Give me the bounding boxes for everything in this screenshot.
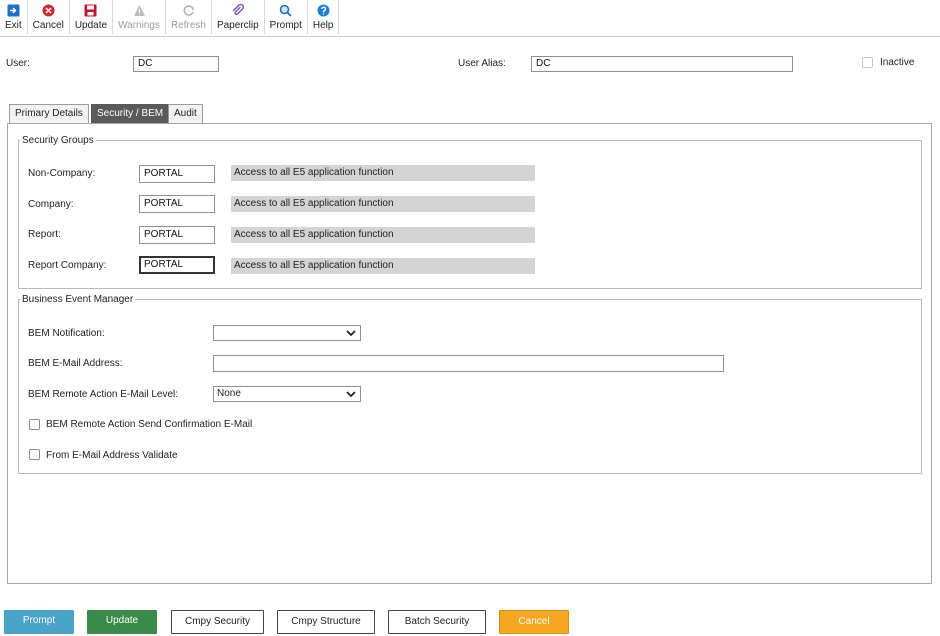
report-company-field[interactable]: PORTAL (139, 256, 215, 274)
chevron-down-icon (346, 330, 356, 337)
from-email-validate-checkbox[interactable] (29, 449, 40, 460)
paperclip-button[interactable]: Paperclip (212, 0, 265, 34)
bem-send-confirmation-label: BEM Remote Action Send Confirmation E-Ma… (46, 419, 253, 430)
from-email-validate-label: From E-Mail Address Validate (46, 450, 178, 461)
business-event-manager-legend: Business Event Manager (22, 294, 134, 305)
prompt-button[interactable]: Prompt (4, 610, 74, 634)
update-label: Update (74, 20, 108, 31)
bem-remote-level-select[interactable]: None (213, 386, 361, 402)
warnings-button[interactable]: Warnings (113, 0, 166, 34)
report-field[interactable]: PORTAL (139, 226, 215, 244)
report-company-label: Report Company: (28, 260, 107, 271)
non-company-field[interactable]: PORTAL (139, 165, 215, 183)
warning-icon (132, 3, 146, 17)
prompt-label: Prompt (269, 20, 302, 31)
report-label: Report: (28, 229, 61, 240)
user-field[interactable]: DC (133, 56, 219, 72)
company-field[interactable]: PORTAL (139, 195, 215, 213)
cancel-toolbar-button[interactable]: Cancel (28, 0, 70, 34)
bem-notification-label: BEM Notification: (28, 328, 105, 339)
toolbar: Exit Cancel Update Warnings Refresh Pape… (0, 0, 340, 36)
search-icon (279, 3, 293, 17)
help-icon (316, 3, 330, 17)
tab-audit[interactable]: Audit (168, 104, 203, 123)
cmpy-security-button[interactable]: Cmpy Security (171, 610, 264, 634)
tab-panel: Security Groups Non-Company: PORTAL Acce… (7, 123, 932, 584)
update-toolbar-button[interactable]: Update (70, 0, 114, 34)
bem-email-field[interactable] (213, 355, 724, 372)
paperclip-icon (231, 3, 245, 17)
user-label: User: (6, 58, 30, 69)
user-alias-label: User Alias: (458, 58, 506, 69)
cancel-label: Cancel (32, 20, 64, 31)
bem-remote-level-value: None (217, 388, 241, 399)
security-groups-legend: Security Groups (22, 135, 94, 146)
company-label: Company: (28, 199, 74, 210)
bem-send-confirmation-checkbox[interactable] (29, 419, 40, 430)
refresh-button[interactable]: Refresh (166, 0, 212, 34)
inactive-checkbox[interactable] (862, 57, 873, 68)
prompt-toolbar-button[interactable]: Prompt (265, 0, 308, 34)
tab-security-bem[interactable]: Security / BEM (91, 104, 170, 123)
batch-security-button[interactable]: Batch Security (388, 610, 486, 634)
bem-remote-level-label: BEM Remote Action E-Mail Level: (28, 389, 179, 400)
non-company-description: Access to all E5 application function (231, 165, 535, 181)
cmpy-structure-button[interactable]: Cmpy Structure (277, 610, 375, 634)
bem-notification-select[interactable] (213, 325, 361, 341)
inactive-label: Inactive (880, 57, 915, 68)
cancel-icon (41, 3, 55, 17)
help-button[interactable]: Help (308, 0, 340, 34)
bem-email-label: BEM E-Mail Address: (28, 358, 123, 369)
tab-primary-details[interactable]: Primary Details (9, 104, 89, 123)
user-alias-field[interactable]: DC (531, 56, 793, 72)
update-button[interactable]: Update (87, 610, 157, 634)
toolbar-divider (0, 36, 940, 37)
warnings-label: Warnings (118, 20, 160, 31)
exit-button[interactable]: Exit (0, 0, 28, 34)
company-description: Access to all E5 application function (231, 196, 535, 212)
business-event-manager-section: Business Event Manager (18, 294, 922, 474)
help-label: Help (312, 20, 334, 31)
non-company-label: Non-Company: (28, 168, 96, 179)
report-company-description: Access to all E5 application function (231, 258, 535, 274)
exit-icon (6, 3, 20, 17)
chevron-down-icon (346, 391, 356, 398)
cancel-button[interactable]: Cancel (499, 610, 569, 634)
exit-label: Exit (5, 20, 22, 31)
refresh-icon (181, 3, 195, 17)
refresh-label: Refresh (170, 20, 206, 31)
paperclip-label: Paperclip (216, 20, 259, 31)
report-description: Access to all E5 application function (231, 227, 535, 243)
save-icon (84, 3, 98, 17)
